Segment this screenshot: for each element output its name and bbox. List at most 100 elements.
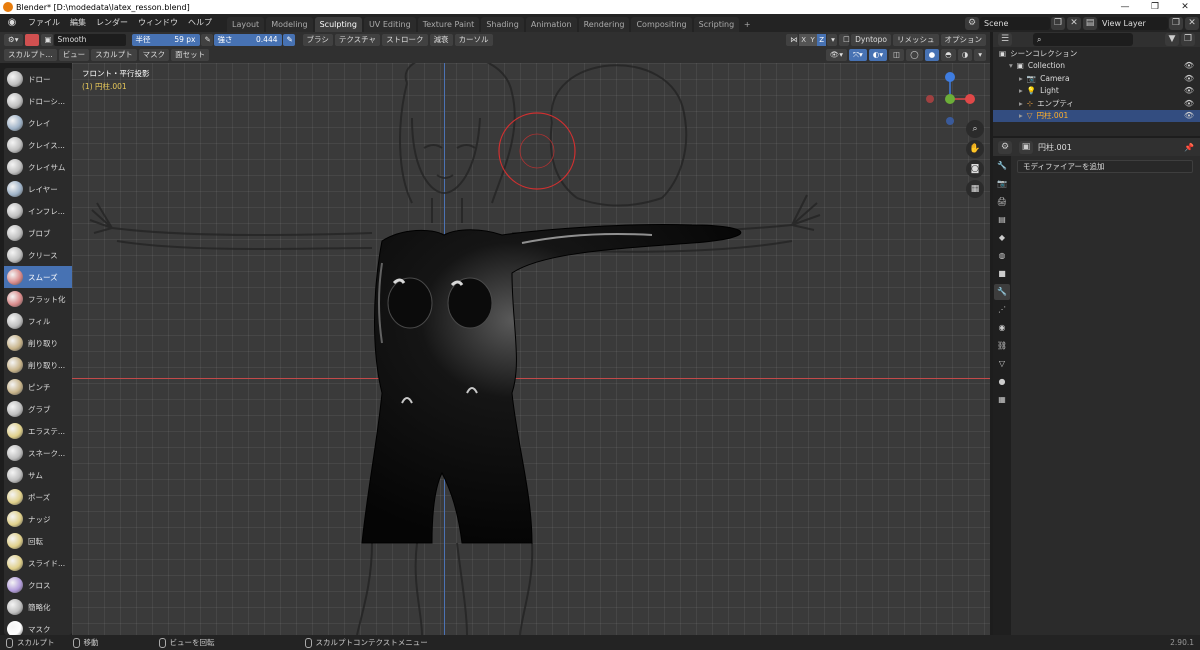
axis-y-toggle[interactable]: Y: [808, 33, 818, 46]
view-menu[interactable]: ビュー: [58, 49, 90, 61]
menu-file[interactable]: ファイル: [23, 14, 65, 32]
ortho-grid-icon[interactable]: ▦: [966, 180, 984, 198]
tool-item[interactable]: ピンチ: [4, 376, 72, 398]
gizmo-icon[interactable]: ⤧▾: [849, 49, 867, 61]
tool-item[interactable]: クリース: [4, 244, 72, 266]
tool-item[interactable]: クロス: [4, 574, 72, 596]
tool-item[interactable]: スムーズ: [4, 266, 72, 288]
tool-item[interactable]: フラット化: [4, 288, 72, 310]
minimize-button[interactable]: —: [1110, 0, 1140, 14]
tool-item[interactable]: 簡略化: [4, 596, 72, 618]
menu-edit[interactable]: 編集: [65, 14, 91, 32]
new-scene-icon[interactable]: ❐: [1051, 16, 1065, 30]
expand-arrow-icon[interactable]: ▾: [1009, 61, 1013, 70]
outliner-row[interactable]: ▸ ⊹ エンプティ 👁: [993, 97, 1200, 110]
face-sets-menu[interactable]: 面セット: [171, 49, 210, 61]
remesh-dropdown[interactable]: リメッシュ: [893, 33, 939, 46]
physics-tab-icon[interactable]: ◉: [994, 320, 1010, 336]
sculpt-mode-dropdown[interactable]: スカルプト...: [4, 49, 57, 61]
symmetry-dropdown-icon[interactable]: ▾: [827, 33, 838, 46]
menu-render[interactable]: レンダー: [91, 14, 133, 32]
tab-shading[interactable]: Shading: [481, 17, 524, 32]
scene-collection-row[interactable]: ▣ シーンコレクション: [993, 47, 1200, 60]
tool-item[interactable]: ポーズ: [4, 486, 72, 508]
visibility-eye-icon[interactable]: 👁: [1184, 86, 1194, 95]
tool-item[interactable]: レイヤー: [4, 178, 72, 200]
tool-item[interactable]: クレイサム: [4, 156, 72, 178]
view-layer-field[interactable]: View Layer: [1098, 16, 1168, 30]
close-button[interactable]: ✕: [1170, 0, 1200, 14]
add-modifier-dropdown[interactable]: モディファイアーを追加: [1017, 160, 1193, 173]
wireframe-shading-icon[interactable]: ◯: [906, 49, 923, 61]
tab-scripting[interactable]: Scripting: [693, 17, 740, 32]
outliner-row[interactable]: ▸ 💡 Light 👁: [993, 85, 1200, 98]
rendered-shading-icon[interactable]: ◑: [957, 49, 973, 61]
object-tab-icon[interactable]: ■: [994, 266, 1010, 282]
menu-window[interactable]: ウィンドウ: [133, 14, 183, 32]
sculpt-menu[interactable]: スカルプト: [91, 49, 137, 61]
brush-dropdown[interactable]: ブラシ: [302, 33, 333, 46]
tool-item[interactable]: エラステ...: [4, 420, 72, 442]
modifier-tab-icon[interactable]: 🔧: [994, 284, 1010, 300]
outliner-row[interactable]: ▾ ▣ Collection 👁: [993, 60, 1200, 73]
tool-item[interactable]: ドロー: [4, 68, 72, 90]
material-tab-icon[interactable]: ●: [994, 374, 1010, 390]
tool-item[interactable]: ドローシ...: [4, 90, 72, 112]
axis-x-toggle[interactable]: X: [799, 33, 809, 46]
new-view-layer-icon[interactable]: ❐: [1169, 16, 1183, 30]
properties-editor-icon[interactable]: ⚙: [998, 140, 1012, 154]
overlay-icon[interactable]: ◐▾: [868, 49, 888, 61]
texture-dropdown[interactable]: テクスチャ: [334, 33, 381, 46]
tab-uv-editing[interactable]: UV Editing: [363, 17, 416, 32]
strength-pressure-icon[interactable]: ✎: [282, 33, 295, 46]
constraints-tab-icon[interactable]: ⛓: [994, 338, 1010, 354]
tool-item[interactable]: 回転: [4, 530, 72, 552]
falloff-dropdown[interactable]: 減衰: [429, 33, 453, 46]
tool-item[interactable]: ブロブ: [4, 222, 72, 244]
tool-item[interactable]: クレイス...: [4, 134, 72, 156]
axis-z-toggle[interactable]: Z: [817, 33, 827, 46]
strength-field[interactable]: 強さ 0.444: [213, 33, 282, 46]
tab-animation[interactable]: Animation: [525, 17, 577, 32]
tab-modeling[interactable]: Modeling: [266, 17, 313, 32]
material-shading-icon[interactable]: ◓: [941, 49, 956, 61]
pin-icon[interactable]: 📌: [1184, 143, 1194, 152]
visibility-eye-icon[interactable]: 👁: [1184, 99, 1194, 108]
view-layer-icon[interactable]: ▤: [1083, 16, 1097, 30]
data-tab-icon[interactable]: ▽: [994, 356, 1010, 372]
menu-help[interactable]: ヘルプ: [183, 14, 217, 32]
render-tab-icon[interactable]: 📷: [994, 176, 1010, 192]
expand-arrow-icon[interactable]: ▸: [1019, 111, 1023, 120]
dyntopo-checkbox[interactable]: ☐: [839, 33, 850, 46]
new-collection-icon[interactable]: ❐: [1181, 33, 1195, 46]
filter-icon[interactable]: ▼: [1165, 33, 1179, 46]
expand-arrow-icon[interactable]: ▸: [1019, 74, 1023, 83]
particles-tab-icon[interactable]: ⋰: [994, 302, 1010, 318]
tool-item[interactable]: クレイ: [4, 112, 72, 134]
maximize-button[interactable]: ❐: [1140, 0, 1170, 14]
symmetry-icon[interactable]: ⋈: [786, 33, 799, 46]
cursor-dropdown[interactable]: カーソル: [454, 33, 493, 46]
outliner-row[interactable]: ▸ 📷 Camera 👁: [993, 72, 1200, 85]
tab-sculpting[interactable]: Sculpting: [314, 17, 362, 32]
outliner-search-input[interactable]: ⌕: [1033, 33, 1133, 46]
visibility-eye-icon[interactable]: 👁: [1184, 61, 1194, 70]
tab-layout[interactable]: Layout: [227, 17, 265, 32]
expand-arrow-icon[interactable]: ▸: [1019, 86, 1023, 95]
pan-hand-icon[interactable]: ✋: [966, 140, 984, 158]
texture-tab-icon[interactable]: ▦: [994, 392, 1010, 408]
scene-icon[interactable]: ⚙: [965, 16, 979, 30]
tab-compositing[interactable]: Compositing: [631, 17, 692, 32]
outliner-editor-icon[interactable]: ☰: [998, 33, 1012, 46]
3d-viewport[interactable]: フロント・平行投影 (1) 円柱.001 ⌕ ✋ ◙ ▦: [72, 63, 990, 635]
scene-field[interactable]: Scene: [980, 16, 1050, 30]
pen-pressure-icon[interactable]: ✎: [200, 33, 213, 46]
tool-item[interactable]: フィル: [4, 310, 72, 332]
delete-view-layer-icon[interactable]: ✕: [1185, 16, 1199, 30]
world-tab-icon[interactable]: ◍: [994, 248, 1010, 264]
solid-shading-icon[interactable]: ●: [924, 49, 940, 61]
radius-field[interactable]: 半径 59 px: [131, 33, 200, 46]
tool-item[interactable]: サム: [4, 464, 72, 486]
tool-item[interactable]: グラブ: [4, 398, 72, 420]
mask-menu[interactable]: マスク: [138, 49, 170, 61]
